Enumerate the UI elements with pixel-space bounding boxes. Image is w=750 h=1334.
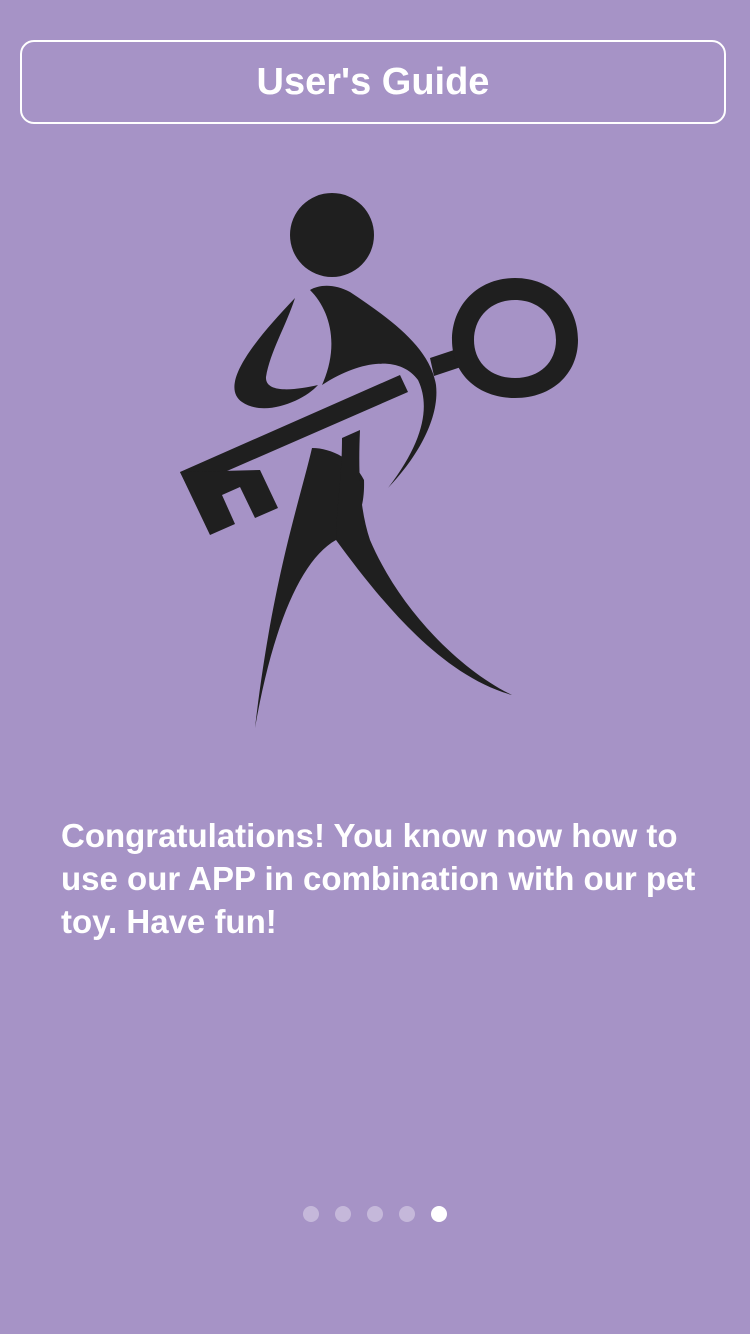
page-dot-3[interactable] bbox=[367, 1206, 383, 1222]
page-indicator bbox=[0, 1206, 750, 1222]
users-guide-title-button[interactable]: User's Guide bbox=[20, 40, 726, 124]
key-ring-shape bbox=[452, 278, 578, 398]
key-teeth-shape bbox=[180, 470, 278, 535]
head-shape bbox=[290, 193, 374, 277]
users-guide-title-label: User's Guide bbox=[256, 60, 490, 103]
person-with-key-icon bbox=[180, 193, 578, 728]
page-dot-5-active[interactable] bbox=[431, 1206, 447, 1222]
left-arm-shape bbox=[234, 298, 318, 409]
congratulations-message: Congratulations! You know now how to use… bbox=[61, 817, 696, 940]
page-dot-4[interactable] bbox=[399, 1206, 415, 1222]
right-leg-shape bbox=[336, 430, 512, 695]
page-dot-1[interactable] bbox=[303, 1206, 319, 1222]
page-dot-2[interactable] bbox=[335, 1206, 351, 1222]
